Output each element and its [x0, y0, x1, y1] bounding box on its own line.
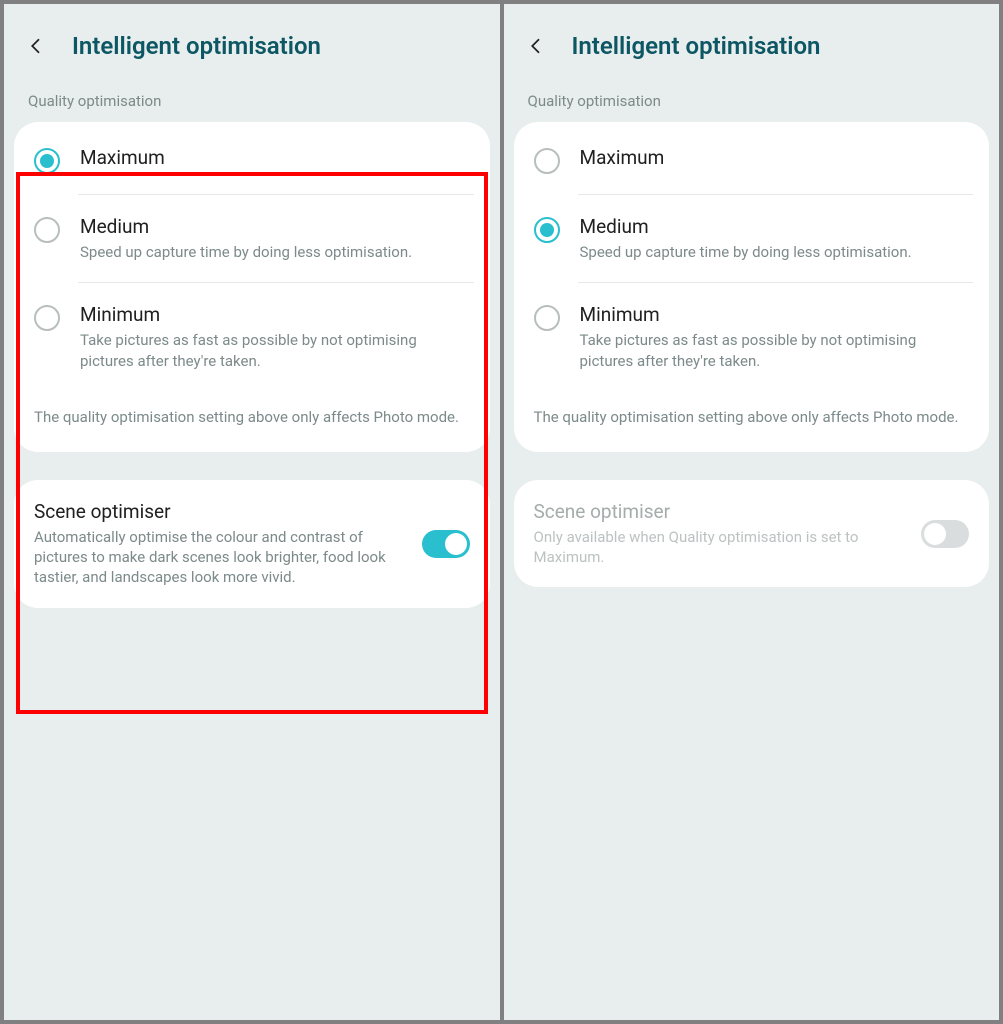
header: Intelligent optimisation: [504, 4, 1000, 84]
radio-maximum[interactable]: [34, 148, 60, 174]
section-label: Quality optimisation: [504, 84, 1000, 122]
radio-medium[interactable]: [534, 217, 560, 243]
option-label: Medium: [580, 215, 970, 238]
option-desc: Take pictures as fast as possible by not…: [580, 330, 970, 371]
chevron-left-icon: [527, 32, 545, 60]
option-label: Medium: [80, 215, 470, 238]
radio-medium[interactable]: [34, 217, 60, 243]
scene-desc: Only available when Quality optimisation…: [534, 527, 906, 568]
scene-desc: Automatically optimise the colour and co…: [34, 527, 406, 588]
quality-options-card: Maximum Medium Speed up capture time by …: [14, 122, 490, 452]
option-medium[interactable]: Medium Speed up capture time by doing le…: [14, 195, 490, 282]
scene-optimiser-card[interactable]: Scene optimiser Automatically optimise t…: [14, 480, 490, 608]
radio-minimum[interactable]: [534, 305, 560, 331]
chevron-left-icon: [27, 32, 45, 60]
page-title: Intelligent optimisation: [72, 32, 321, 60]
radio-maximum[interactable]: [534, 148, 560, 174]
option-minimum[interactable]: Minimum Take pictures as fast as possibl…: [514, 283, 990, 391]
scene-toggle[interactable]: [422, 530, 470, 558]
option-desc: Take pictures as fast as possible by not…: [80, 330, 470, 371]
option-maximum[interactable]: Maximum: [514, 126, 990, 194]
option-minimum[interactable]: Minimum Take pictures as fast as possibl…: [14, 283, 490, 391]
settings-screen-left: Intelligent optimisation Quality optimis…: [4, 4, 500, 1020]
option-label: Minimum: [580, 303, 970, 326]
quality-note: The quality optimisation setting above o…: [514, 391, 990, 448]
option-desc: Speed up capture time by doing less opti…: [580, 242, 970, 262]
option-medium[interactable]: Medium Speed up capture time by doing le…: [514, 195, 990, 282]
option-maximum[interactable]: Maximum: [14, 126, 490, 194]
option-label: Maximum: [80, 146, 470, 169]
section-label: Quality optimisation: [4, 84, 500, 122]
quality-options-card: Maximum Medium Speed up capture time by …: [514, 122, 990, 452]
option-label: Maximum: [580, 146, 970, 169]
header: Intelligent optimisation: [4, 4, 500, 84]
option-label: Minimum: [80, 303, 470, 326]
scene-optimiser-card[interactable]: Scene optimiser Only available when Qual…: [514, 480, 990, 588]
back-button[interactable]: [524, 34, 548, 58]
scene-title: Scene optimiser: [534, 500, 906, 523]
back-button[interactable]: [24, 34, 48, 58]
scene-title: Scene optimiser: [34, 500, 406, 523]
scene-toggle: [921, 520, 969, 548]
option-desc: Speed up capture time by doing less opti…: [80, 242, 470, 262]
settings-screen-right: Intelligent optimisation Quality optimis…: [504, 4, 1000, 1020]
page-title: Intelligent optimisation: [572, 32, 821, 60]
radio-minimum[interactable]: [34, 305, 60, 331]
quality-note: The quality optimisation setting above o…: [14, 391, 490, 448]
